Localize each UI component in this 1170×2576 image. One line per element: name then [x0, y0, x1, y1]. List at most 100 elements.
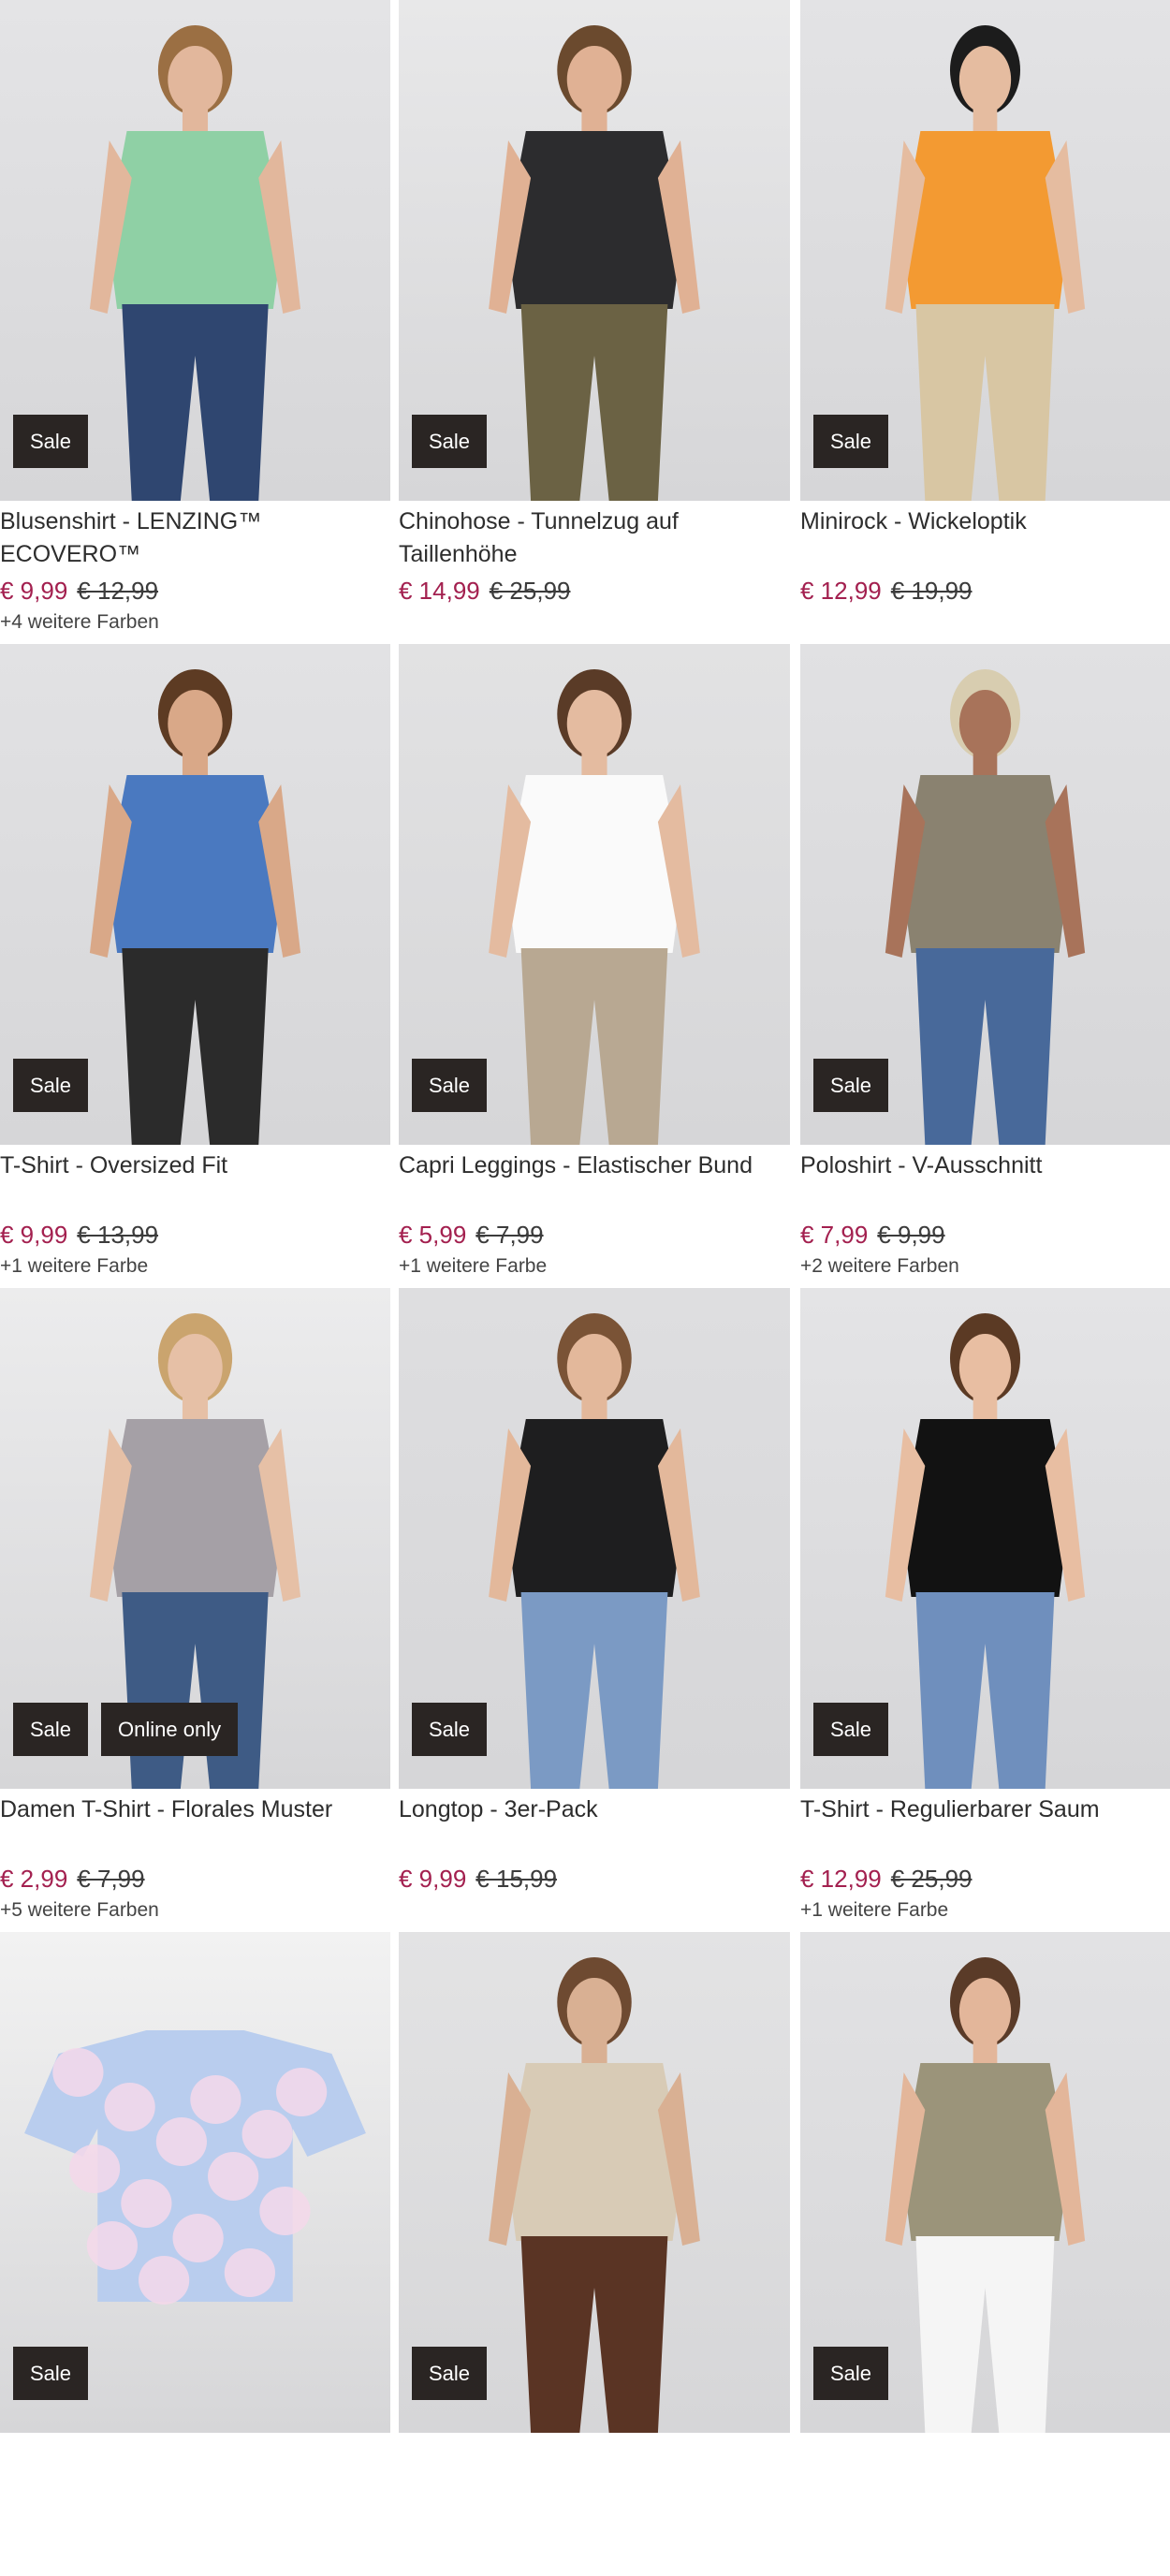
original-price: € 25,99 [489, 577, 571, 605]
sale-badge: Sale [813, 2347, 889, 2400]
more-colors-link[interactable]: +1 weitere Farbe [0, 1252, 384, 1281]
price-row: € 2,99 € 7,99 [0, 1861, 384, 1896]
product-image[interactable]: Sale [399, 1288, 790, 1789]
product-card[interactable]: Sale Longtop - 3er-Pack € 9,99 € 15,99 [390, 1288, 790, 1932]
badge-group: Sale [813, 1059, 889, 1112]
original-price: € 12,99 [77, 577, 159, 605]
more-colors-link[interactable]: +2 weitere Farben [800, 1252, 1170, 1281]
badge-group: Sale [412, 1703, 488, 1756]
sale-price: € 9,99 [0, 577, 68, 605]
product-card[interactable]: Sale Online only Damen T-Shirt - Florales … [0, 1288, 390, 1932]
price-row: € 7,99 € 9,99 [800, 1217, 1170, 1252]
product-image[interactable]: Sale [0, 0, 390, 501]
sale-badge: Sale [412, 1703, 488, 1756]
product-card[interactable]: Sale Minirock - Wickeloptik € 12,99 € 19,99 [783, 0, 1170, 644]
sale-price: € 5,99 [399, 1221, 467, 1249]
product-info: Damen T-Shirt - Florales Muster € 2,99 € 7… [0, 1793, 384, 1925]
product-image[interactable]: Sale [800, 0, 1170, 501]
price-row: € 12,99 € 25,99 [800, 1861, 1170, 1896]
product-info: T-Shirt - Oversized Fit € 9,99 € 13,99 +1 w… [0, 1149, 384, 1281]
price-row: € 12,99 € 19,99 [800, 573, 1170, 608]
more-colors-link[interactable]: +4 weitere Farben [0, 608, 384, 637]
price-row: € 9,99 € 13,99 [0, 1217, 384, 1252]
product-name[interactable] [0, 2437, 384, 2503]
product-name[interactable] [800, 2437, 1170, 2503]
original-price: € 19,99 [890, 577, 973, 605]
product-info: Chinohose - Tunnelzug auf Taillenhöhe € 1… [399, 505, 784, 608]
price-row [399, 2505, 784, 2540]
badge-group: Sale [412, 415, 488, 468]
original-price: € 13,99 [77, 1221, 159, 1249]
product-info [800, 2437, 1170, 2540]
product-name[interactable]: Longtop - 3er-Pack [399, 1793, 784, 1859]
badge-group: Sale [13, 1059, 89, 1112]
badge-group: Sale Online only [13, 1703, 239, 1756]
product-name[interactable]: Blusenshirt - LENZING™ ECOVERO™ [0, 505, 384, 571]
product-grid: Sale Blusenshirt - LENZING™ ECOVERO™ € 9,9… [0, 0, 1170, 2576]
product-image[interactable]: Sale [0, 1932, 390, 2433]
product-card[interactable]: Sale Poloshirt - V-Ausschnitt € 7,99 € 9,99… [783, 644, 1170, 1288]
original-price: € 25,99 [890, 1865, 973, 1893]
more-colors-link[interactable]: +1 weitere Farbe [399, 1252, 784, 1281]
product-name[interactable]: Damen T-Shirt - Florales Muster [0, 1793, 384, 1859]
sale-badge: Sale [412, 2347, 488, 2400]
sale-price: € 9,99 [0, 1221, 68, 1249]
product-name[interactable]: T-Shirt - Regulierbarer Saum [800, 1793, 1170, 1859]
product-image[interactable]: Sale [800, 1288, 1170, 1789]
product-info: Poloshirt - V-Ausschnitt € 7,99 € 9,99 +2 w… [800, 1149, 1170, 1281]
product-image[interactable]: Sale [399, 0, 790, 501]
sale-badge: Sale [813, 1059, 889, 1112]
product-image[interactable]: Sale [399, 644, 790, 1145]
sale-badge: Sale [412, 415, 488, 468]
sale-badge: Sale [412, 1059, 488, 1112]
sale-price: € 2,99 [0, 1865, 68, 1893]
price-row [800, 2505, 1170, 2540]
product-card[interactable]: Sale [0, 1932, 390, 2576]
product-name[interactable] [399, 2437, 784, 2503]
product-image[interactable]: Sale [0, 644, 390, 1145]
product-info: Blusenshirt - LENZING™ ECOVERO™ € 9,99 € 1… [0, 505, 384, 637]
product-card[interactable]: Sale T-Shirt - Regulierbarer Saum € 12,99 €… [783, 1288, 1170, 1932]
more-colors-link[interactable]: +5 weitere Farben [0, 1896, 384, 1925]
badge-group: Sale [813, 1703, 889, 1756]
product-info: Longtop - 3er-Pack € 9,99 € 15,99 [399, 1793, 784, 1896]
product-card[interactable]: Sale Chinohose - Tunnelzug auf Taillenhöh… [390, 0, 790, 644]
product-card[interactable]: Sale [390, 1932, 790, 2576]
sale-badge: Sale [813, 1703, 889, 1756]
price-row [0, 2505, 384, 2540]
product-card[interactable]: Sale Blusenshirt - LENZING™ ECOVERO™ € 9,9… [0, 0, 390, 644]
sale-badge: Sale [13, 2347, 89, 2400]
original-price: € 7,99 [475, 1221, 544, 1249]
price-row: € 14,99 € 25,99 [399, 573, 784, 608]
price-row: € 9,99 € 15,99 [399, 1861, 784, 1896]
product-info: Minirock - Wickeloptik € 12,99 € 19,99 [800, 505, 1170, 608]
product-image[interactable]: Sale [800, 1932, 1170, 2433]
more-colors-link[interactable]: +1 weitere Farbe [800, 1896, 1170, 1925]
product-card[interactable]: Sale [783, 1932, 1170, 2576]
product-card[interactable]: Sale Capri Leggings - Elastischer Bund € 5… [390, 644, 790, 1288]
product-name[interactable]: Chinohose - Tunnelzug auf Taillenhöhe [399, 505, 784, 571]
price-row: € 5,99 € 7,99 [399, 1217, 784, 1252]
original-price: € 7,99 [77, 1865, 145, 1893]
product-info [0, 2437, 384, 2540]
badge-group: Sale [412, 2347, 488, 2400]
product-image[interactable]: Sale Online only [0, 1288, 390, 1789]
sale-badge: Sale [13, 415, 89, 468]
product-info: T-Shirt - Regulierbarer Saum € 12,99 € 25,… [800, 1793, 1170, 1925]
product-name[interactable]: Minirock - Wickeloptik [800, 505, 1170, 571]
product-info [399, 2437, 784, 2540]
online-only-badge: Online only [101, 1703, 239, 1756]
product-name[interactable]: Capri Leggings - Elastischer Bund [399, 1149, 784, 1215]
product-card[interactable]: Sale T-Shirt - Oversized Fit € 9,99 € 13,99… [0, 644, 390, 1288]
product-name[interactable]: Poloshirt - V-Ausschnitt [800, 1149, 1170, 1215]
badge-group: Sale [13, 415, 89, 468]
product-image[interactable]: Sale [399, 1932, 790, 2433]
product-image[interactable]: Sale [800, 644, 1170, 1145]
badge-group: Sale [412, 1059, 488, 1112]
badge-group: Sale [813, 2347, 889, 2400]
price-row: € 9,99 € 12,99 [0, 573, 384, 608]
product-info: Capri Leggings - Elastischer Bund € 5,99 €… [399, 1149, 784, 1281]
sale-price: € 12,99 [800, 1865, 882, 1893]
product-name[interactable]: T-Shirt - Oversized Fit [0, 1149, 384, 1215]
original-price: € 9,99 [877, 1221, 945, 1249]
